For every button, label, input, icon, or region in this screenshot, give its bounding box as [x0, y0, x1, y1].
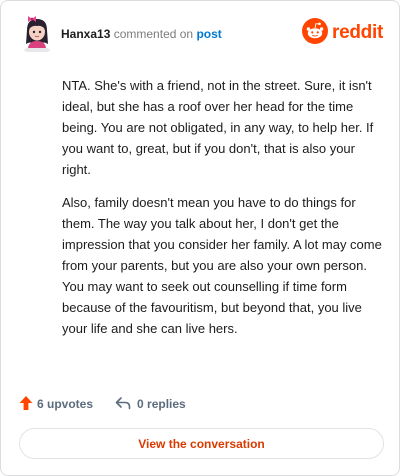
username-link[interactable]: Hanxa13: [61, 27, 110, 41]
comment-paragraph: Also, family doesn't mean you have to do…: [62, 195, 382, 336]
reddit-logo[interactable]: reddit: [302, 17, 383, 49]
comment-footer: 6 upvotes 0 replies: [19, 395, 186, 413]
comment-paragraph: NTA. She's with a friend, not in the str…: [62, 78, 374, 177]
reddit-wordmark: reddit: [332, 22, 383, 43]
post-link[interactable]: post: [196, 27, 221, 41]
comment-body: NTA. She's with a friend, not in the str…: [62, 75, 384, 351]
reddit-snoo-icon: [302, 17, 329, 49]
reply-button[interactable]: 0 replies: [115, 396, 186, 413]
comment-meta: Hanxa13 commented on post: [61, 27, 222, 41]
reply-count: 0 replies: [137, 397, 186, 411]
action-text: commented on: [113, 27, 194, 41]
view-conversation-button[interactable]: View the conversation: [19, 428, 384, 459]
comment-card: Hanxa13 commented on post reddit NTA. Sh…: [0, 0, 400, 476]
avatar-image: [24, 16, 50, 53]
comment-header: Hanxa13 commented on post reddit: [19, 14, 383, 53]
reply-arrow-icon: [115, 396, 131, 413]
avatar[interactable]: [19, 14, 55, 53]
upvote-button[interactable]: 6 upvotes: [19, 395, 93, 414]
upvote-arrow-icon: [19, 395, 33, 414]
upvote-count: 6 upvotes: [37, 397, 94, 411]
